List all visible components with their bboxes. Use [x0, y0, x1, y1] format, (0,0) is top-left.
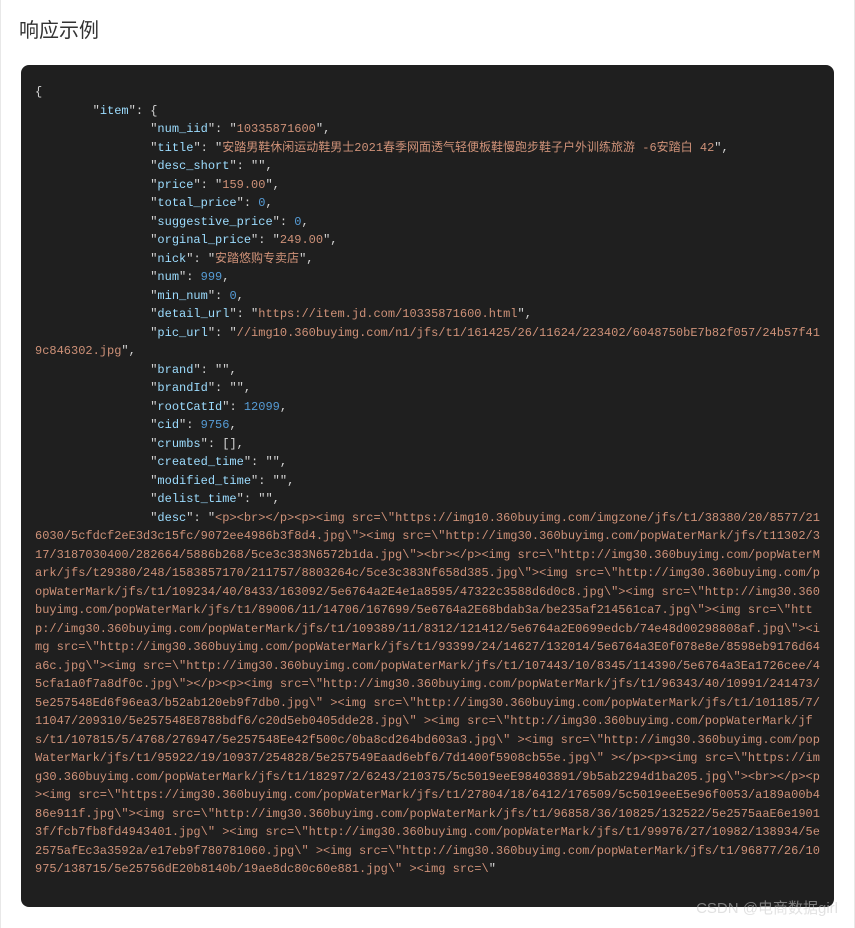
page-container: 响应示例 { "item": { "num_iid": "10335871600… [0, 0, 855, 928]
code-block: { "item": { "num_iid": "10335871600", "t… [21, 65, 834, 907]
json-output: { "item": { "num_iid": "10335871600", "t… [35, 83, 820, 879]
section-heading: 响应示例 [1, 0, 854, 65]
